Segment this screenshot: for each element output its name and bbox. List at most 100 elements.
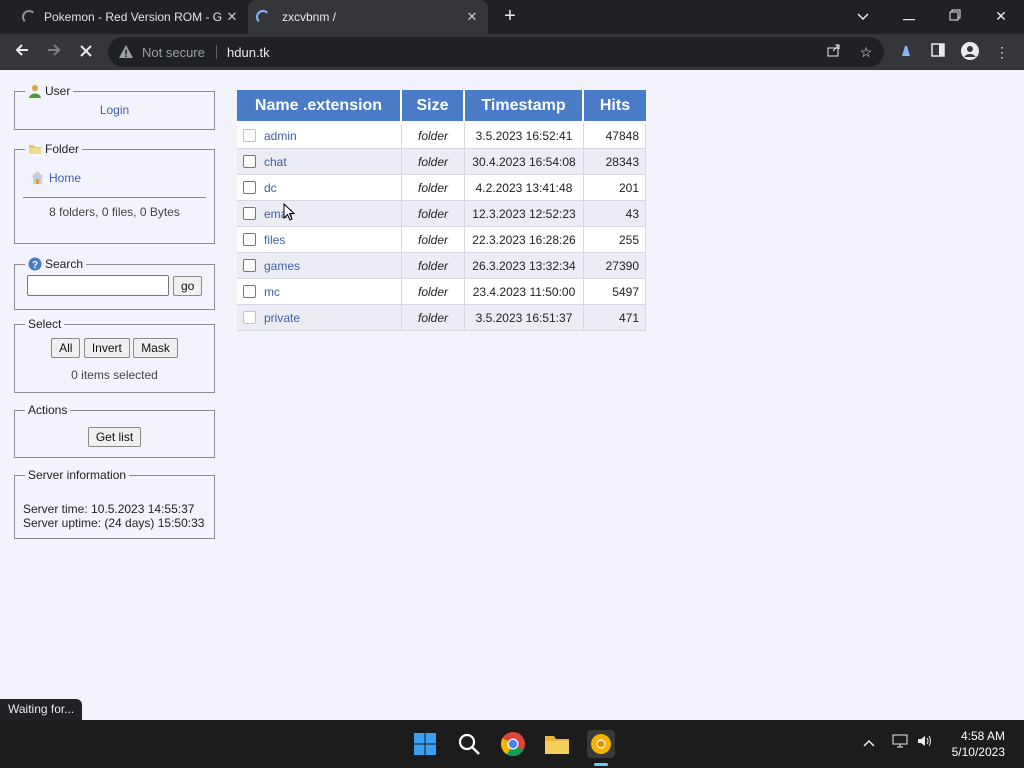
profile-avatar-icon[interactable] [960,42,980,62]
clock-date: 5/10/2023 [951,745,1005,759]
stop-loading-icon[interactable] [74,40,98,64]
invert-selection-button[interactable]: Invert [83,338,130,358]
file-link[interactable]: chat [264,155,287,169]
close-tab-icon[interactable]: ✕ [464,9,480,25]
selection-status: 0 items selected [71,368,158,382]
file-link[interactable]: files [264,233,285,247]
timestamp-cell: 12.3.2023 12:52:23 [465,201,584,227]
search-legend: Search [45,257,84,271]
name-cell: mc [237,279,402,305]
timestamp-cell: 26.3.2023 13:32:34 [465,253,584,279]
size-cell: folder [402,253,465,279]
folder-panel: Folder Home 8 folders, 0 files, 0 Bytes [14,142,215,244]
name-cell: email [237,201,402,227]
timestamp-cell: 30.4.2023 16:54:08 [465,149,584,175]
address-bar[interactable]: Not secure hdun.tk [108,37,884,67]
column-header-timestamp[interactable]: Timestamp [465,90,584,123]
table-row: admin folder 3.5.2023 16:52:41 47848 [237,123,646,149]
row-checkbox[interactable] [243,233,256,247]
mouse-cursor-icon [283,203,295,221]
browser-tab-strip: Pokemon - Red Version ROM - G ✕ zxcvbnm … [0,0,1024,34]
column-header-size[interactable]: Size [402,90,465,123]
table-row: mc folder 23.4.2023 11:50:00 5497 [237,279,646,305]
tab-zxcvbnm[interactable]: zxcvbnm / ✕ [248,0,488,34]
size-cell: folder [402,123,465,149]
tab-search-icon[interactable] [850,5,876,27]
hits-cell: 43 [584,201,646,227]
row-checkbox[interactable] [243,207,256,221]
network-icon[interactable] [890,734,910,751]
actions-legend: Actions [28,403,68,417]
file-link[interactable]: private [264,311,300,325]
bookmark-star-icon[interactable]: ☆ [856,42,876,62]
hits-cell: 471 [584,305,646,331]
home-link[interactable]: Home [49,171,81,185]
share-icon[interactable] [824,42,844,62]
close-tab-icon[interactable]: ✕ [224,9,240,25]
get-list-button[interactable]: Get list [87,427,142,447]
active-app-indicator [594,763,608,766]
clock-time: 4:58 AM [960,729,1005,743]
timestamp-cell: 3.5.2023 16:52:41 [465,123,584,149]
tab-title: Pokemon - Red Version ROM - G [44,10,223,24]
server-time: Server time: 10.5.2023 14:55:37 [23,502,195,516]
name-cell: admin [237,123,402,149]
home-icon [31,171,44,184]
divider [23,197,206,198]
mask-button[interactable]: Mask [133,338,178,358]
select-legend: Select [28,317,62,331]
search-input[interactable] [27,275,169,296]
warning-triangle-icon[interactable] [118,44,134,60]
forward-arrow-icon[interactable] [42,40,66,64]
back-arrow-icon[interactable] [10,40,34,64]
row-checkbox[interactable] [243,285,256,299]
file-link[interactable]: games [264,259,300,273]
search-panel: ? Search go [14,257,215,310]
loading-spinner-icon [256,10,270,24]
chrome-icon[interactable] [499,730,527,758]
windows-start-icon[interactable] [411,730,439,758]
new-tab-button[interactable]: + [499,6,521,28]
table-row: dc folder 4.2.2023 13:41:48 201 [237,175,646,201]
tab-pokemon[interactable]: Pokemon - Red Version ROM - G ✕ [14,0,248,34]
table-row: games folder 26.3.2023 13:32:34 27390 [237,253,646,279]
file-link[interactable]: dc [264,181,277,195]
row-checkbox[interactable] [243,155,256,169]
close-window-icon[interactable]: ✕ [988,5,1014,27]
search-icon[interactable] [455,730,483,758]
chrome-canary-icon[interactable] [587,730,615,758]
name-cell: chat [237,149,402,175]
restore-icon[interactable] [942,5,968,27]
timestamp-cell: 22.3.2023 16:28:26 [465,227,584,253]
chevron-up-icon[interactable] [859,734,879,750]
system-clock[interactable]: 4:58 AM 5/10/2023 [952,728,1005,760]
volume-icon[interactable] [915,734,935,751]
file-list-table: Name .extension Size Timestamp Hits admi… [237,90,646,331]
row-checkbox[interactable] [243,259,256,273]
select-all-button[interactable]: All [51,338,81,358]
name-cell: private [237,305,402,331]
url-text[interactable]: hdun.tk [227,45,270,60]
login-link[interactable]: Login [100,103,129,117]
server-info-legend: Server information [28,468,127,482]
taskbar: 4:58 AM 5/10/2023 [0,720,1024,768]
minimize-icon[interactable] [896,5,922,27]
hits-cell: 28343 [584,149,646,175]
column-header-hits[interactable]: Hits [584,90,646,123]
size-cell: folder [402,227,465,253]
folder-summary: 8 folders, 0 files, 0 Bytes [49,205,180,219]
extensions-icon[interactable] [896,42,916,62]
file-link[interactable]: mc [264,285,280,299]
file-link[interactable]: admin [264,129,297,143]
side-panel-icon[interactable] [928,42,948,62]
menu-kebab-icon[interactable]: ⋮ [992,42,1012,62]
column-header-name[interactable]: Name .extension [237,90,402,123]
row-checkbox[interactable] [243,181,256,195]
go-button[interactable]: go [173,275,203,296]
file-explorer-icon[interactable] [543,730,571,758]
status-bubble: Waiting for... [0,699,83,720]
table-row: private folder 3.5.2023 16:51:37 471 [237,305,646,331]
loading-spinner-icon [22,10,36,24]
security-label[interactable]: Not secure [142,45,205,60]
row-checkbox [243,129,256,143]
